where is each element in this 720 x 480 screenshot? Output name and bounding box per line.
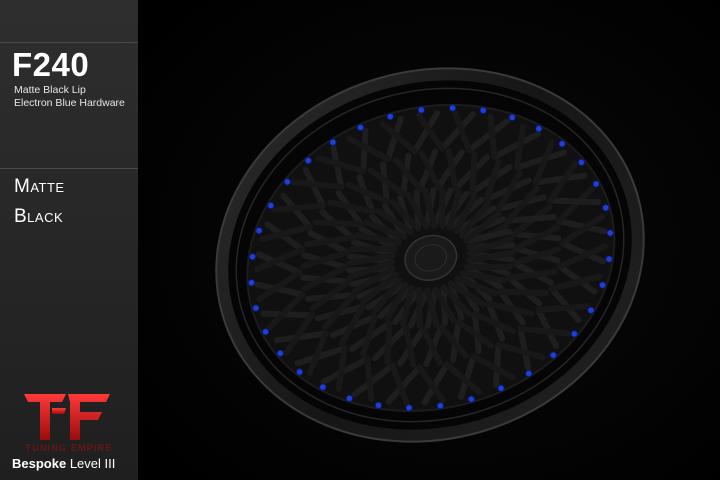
tier-level: Level III	[69, 456, 116, 471]
brand-name: TUNING EMPIRE	[25, 443, 113, 453]
model-title: F240	[12, 46, 90, 83]
divider-top	[0, 42, 138, 43]
tier-bold: Bespoke	[12, 456, 67, 471]
divider-middle	[0, 168, 138, 169]
tuning-empire-logo-icon	[24, 394, 110, 440]
tier-label: Bespoke Level III	[12, 456, 115, 471]
info-sidebar: F240 Matte Black Lip Electron Blue Hardw…	[0, 0, 139, 480]
finish-line-2: Black	[14, 206, 64, 227]
wheel-render	[138, 0, 720, 480]
finish-line-1: Matte	[14, 176, 65, 197]
lip-spec: Matte Black Lip	[14, 84, 86, 96]
hardware-spec: Electron Blue Hardware	[14, 97, 125, 109]
